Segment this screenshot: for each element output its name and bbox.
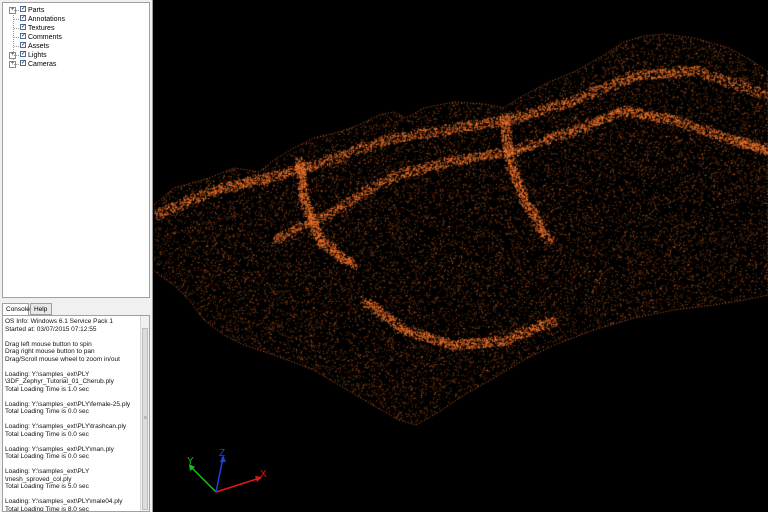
tree-branch (14, 64, 19, 65)
tree-branch (14, 55, 19, 56)
tree-item-annotations[interactable]: ✓ Annotations (3, 15, 143, 24)
axis-y-line (189, 465, 217, 493)
tree-item-label: Cameras (28, 61, 57, 68)
axis-z-line (215, 457, 224, 493)
tree-item-assets[interactable]: ✓ Assets (3, 42, 143, 51)
tab-help[interactable]: Help (30, 303, 52, 315)
tree-item-textures[interactable]: ✓ Textures (3, 24, 143, 33)
visibility-checkbox[interactable]: ✓ (20, 15, 26, 21)
axis-y-label: Y (187, 456, 194, 467)
tree-item-label: Annotations (28, 16, 65, 23)
console-log: OS Info: Windows 6.1 Service Pack 1 Star… (5, 318, 131, 512)
scrollbar-grip-icon: ≡ (144, 415, 147, 421)
axis-gizmo: X Y Z (187, 448, 267, 493)
console-scrollbar[interactable]: ≡ (140, 316, 149, 511)
visibility-checkbox[interactable]: ✓ (20, 6, 26, 12)
point-cloud-render[interactable] (154, 0, 768, 512)
tree-branch (14, 37, 19, 38)
console-panel[interactable]: OS Info: Windows 6.1 Service Pack 1 Star… (2, 315, 150, 512)
tree-item-label: Textures (28, 25, 55, 32)
tree-item-label: Assets (28, 43, 50, 50)
visibility-checkbox[interactable]: ✓ (20, 42, 26, 48)
visibility-checkbox[interactable]: ✓ (20, 24, 26, 30)
tree-item-lights[interactable]: + ✓ Lights (3, 51, 143, 60)
tree-item-label: Parts (28, 7, 45, 14)
tree-item-label: Comments (28, 34, 62, 41)
scene-tree[interactable]: + ✓ Parts ✓ Annotations ✓ Textures ✓ Comments ✓ As… (2, 2, 150, 298)
visibility-checkbox[interactable]: ✓ (20, 60, 26, 66)
tree-item-cameras[interactable]: + ✓ Cameras (3, 60, 143, 69)
visibility-checkbox[interactable]: ✓ (20, 51, 26, 57)
tree-item-label: Lights (28, 52, 47, 59)
axis-x-label: X (260, 469, 267, 480)
axis-x-line (215, 477, 261, 493)
tree-branch (14, 19, 19, 20)
tree-item-parts[interactable]: + ✓ Parts (3, 6, 143, 15)
visibility-checkbox[interactable]: ✓ (20, 33, 26, 39)
tree-branch (14, 10, 19, 11)
3d-viewport[interactable]: X Y Z (154, 0, 768, 512)
left-panel: + ✓ Parts ✓ Annotations ✓ Textures ✓ Comments ✓ As… (0, 0, 153, 512)
tree-branch (14, 28, 19, 29)
tree-branch (14, 46, 19, 47)
scrollbar-thumb[interactable]: ≡ (142, 328, 148, 510)
axis-z-label: Z (219, 448, 225, 459)
tree-item-comments[interactable]: ✓ Comments (3, 33, 143, 42)
